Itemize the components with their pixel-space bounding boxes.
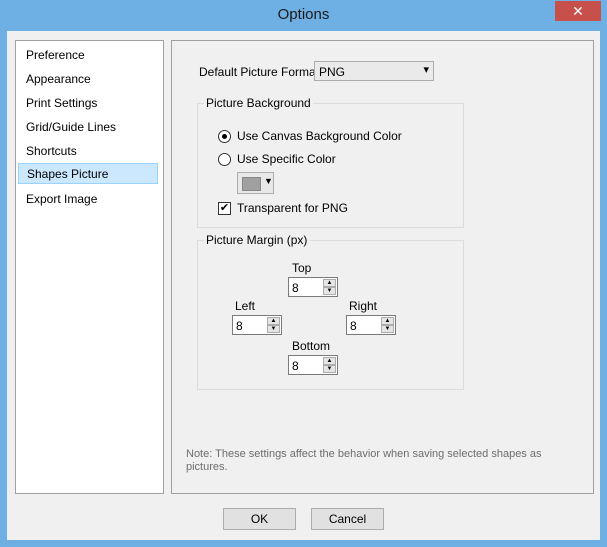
check-icon: ✔ [219, 202, 230, 214]
color-picker-button[interactable]: ▼ [237, 172, 274, 194]
picture-background-title: Picture Background [204, 96, 313, 110]
use-canvas-radio[interactable] [218, 130, 231, 143]
settings-note: Note: These settings affect the behavior… [186, 448, 542, 473]
color-swatch [242, 177, 261, 191]
bottom-margin-label: Bottom [292, 339, 331, 353]
bottom-margin-spinner[interactable]: 8 ▲ ▼ [288, 355, 338, 375]
left-margin-spinner[interactable]: 8 ▲ ▼ [232, 315, 282, 335]
bottom-margin-value: 8 [292, 359, 299, 373]
right-margin-value: 8 [350, 319, 357, 333]
nav-item-preference[interactable]: Preference [18, 45, 158, 66]
right-margin-spinner[interactable]: 8 ▲ ▼ [346, 315, 396, 335]
spin-up-icon[interactable]: ▲ [267, 317, 280, 325]
format-select[interactable]: PNG ▾ [314, 61, 434, 81]
spin-down-icon[interactable]: ▼ [323, 365, 336, 373]
window-title: Options [277, 6, 330, 23]
chevron-down-icon: ▼ [264, 176, 273, 186]
spin-up-icon[interactable]: ▲ [323, 357, 336, 365]
close-icon: ✕ [572, 3, 584, 19]
transparent-checkbox[interactable]: ✔ [218, 202, 231, 215]
cancel-button[interactable]: Cancel [311, 508, 384, 530]
left-margin-value: 8 [236, 319, 243, 333]
nav-item-grid-guide-lines[interactable]: Grid/Guide Lines [18, 117, 158, 138]
close-button[interactable]: ✕ [555, 1, 601, 21]
category-list: Preference Appearance Print Settings Gri… [15, 40, 164, 494]
spin-down-icon[interactable]: ▼ [267, 325, 280, 333]
use-specific-radio[interactable] [218, 153, 231, 166]
top-margin-spinner[interactable]: 8 ▲ ▼ [288, 277, 338, 297]
spin-up-icon[interactable]: ▲ [323, 279, 336, 287]
dialog-body: Preference Appearance Print Settings Gri… [7, 31, 600, 540]
picture-margin-group: Picture Margin (px) Top 8 ▲ ▼ Left 8 ▲ ▼… [197, 233, 464, 390]
top-margin-value: 8 [292, 281, 299, 295]
nav-item-shortcuts[interactable]: Shortcuts [18, 141, 158, 162]
spin-up-icon[interactable]: ▲ [381, 317, 394, 325]
format-label: Default Picture Format [199, 65, 320, 79]
spin-down-icon[interactable]: ▼ [323, 287, 336, 295]
title-bar[interactable]: Options ✕ [0, 0, 607, 30]
format-value: PNG [319, 65, 346, 79]
settings-panel: Default Picture Format PNG ▾ Picture Bac… [171, 40, 594, 494]
nav-item-shapes-picture[interactable]: Shapes Picture [18, 163, 158, 184]
use-canvas-label[interactable]: Use Canvas Background Color [237, 129, 402, 143]
nav-item-print-settings[interactable]: Print Settings [18, 93, 158, 114]
nav-item-export-image[interactable]: Export Image [18, 189, 158, 210]
top-margin-label: Top [292, 261, 312, 275]
chevron-down-icon: ▾ [423, 64, 429, 76]
use-specific-label[interactable]: Use Specific Color [237, 152, 336, 166]
ok-button[interactable]: OK [223, 508, 296, 530]
picture-background-group: Picture Background Use Canvas Background… [197, 96, 464, 228]
right-margin-label: Right [349, 299, 378, 313]
transparent-label[interactable]: Transparent for PNG [237, 201, 348, 215]
left-margin-label: Left [235, 299, 256, 313]
spin-down-icon[interactable]: ▼ [381, 325, 394, 333]
options-window: Options ✕ Preference Appearance Print Se… [0, 0, 607, 547]
picture-margin-title: Picture Margin (px) [204, 233, 310, 247]
nav-item-appearance[interactable]: Appearance [18, 69, 158, 90]
